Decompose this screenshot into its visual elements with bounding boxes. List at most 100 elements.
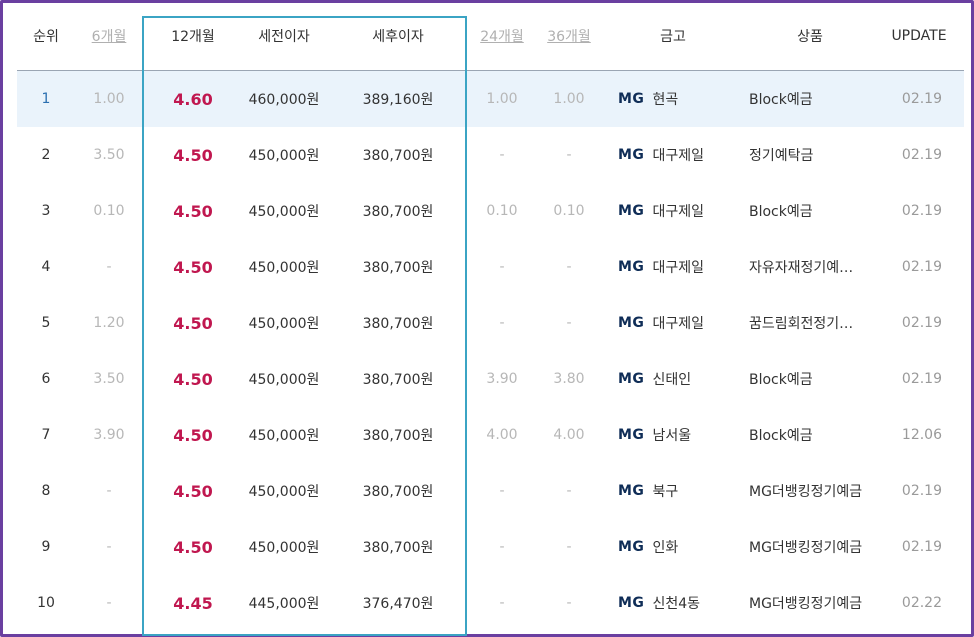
cell-24m: -	[499, 147, 505, 163]
cell-12m-rate: 4.45	[173, 593, 213, 613]
table-row[interactable]: 6 3.50 4.50 450,000원 380,700원 3.90 3.80 …	[3, 351, 974, 407]
cell-product[interactable]: MG더뱅킹정기예금	[749, 575, 873, 631]
cell-product[interactable]: 정기예탁금	[749, 127, 873, 183]
cell-24m: 1.00	[486, 91, 518, 107]
cell-12m-rate: 4.50	[173, 201, 213, 221]
cell-bank[interactable]: MG 대구제일	[618, 127, 744, 183]
table-row[interactable]: 10 - 4.45 445,000원 376,470원 - - MG 신천4동 …	[3, 575, 974, 631]
table-row[interactable]: 2 3.50 4.50 450,000원 380,700원 - - MG 대구제…	[3, 127, 974, 183]
cell-rank: 7	[41, 427, 51, 443]
table-row[interactable]: 1 1.00 4.60 460,000원 389,160원 1.00 1.00 …	[3, 71, 974, 127]
header-update: UPDATE	[891, 28, 947, 44]
cell-bank[interactable]: MG 대구제일	[618, 239, 744, 295]
bank-name: 신천4동	[652, 596, 700, 612]
cell-36m: -	[566, 147, 572, 163]
cell-bank[interactable]: MG 대구제일	[618, 183, 744, 239]
cell-12m-rate: 4.60	[173, 89, 213, 109]
cell-posttax: 380,700원	[362, 484, 434, 500]
cell-36m: 3.80	[553, 371, 585, 387]
cell-product[interactable]: Block예금	[749, 183, 873, 239]
cell-bank[interactable]: MG 북구	[618, 463, 744, 519]
cell-product[interactable]: 꿈드림회전정기…	[749, 295, 873, 351]
cell-rank: 1	[41, 91, 51, 107]
cell-pretax: 445,000원	[248, 596, 320, 612]
mg-logo: MG	[618, 595, 645, 611]
cell-12m-rate: 4.50	[173, 145, 213, 165]
cell-update: 02.19	[901, 259, 942, 275]
cell-6m: -	[106, 483, 112, 499]
cell-24m: 4.00	[486, 427, 518, 443]
cell-pretax: 460,000원	[248, 92, 320, 108]
cell-pretax: 450,000원	[248, 540, 320, 556]
cell-bank[interactable]: MG 현곡	[618, 71, 744, 127]
mg-logo: MG	[618, 483, 645, 499]
cell-36m: -	[566, 539, 572, 555]
table-row[interactable]: 3 0.10 4.50 450,000원 380,700원 0.10 0.10 …	[3, 183, 974, 239]
table-frame: 순위 6개월 12개월 세전이자 세후이자 24개월 36개월 금고 상품 UP…	[0, 0, 974, 637]
cell-rank: 5	[41, 315, 51, 331]
header-6m-link[interactable]: 6개월	[79, 3, 139, 69]
table-row[interactable]: 4 - 4.50 450,000원 380,700원 - - MG 대구제일 자…	[3, 239, 974, 295]
cell-update: 02.19	[901, 371, 942, 387]
cell-product[interactable]: MG더뱅킹정기예금	[749, 463, 873, 519]
cell-6m: -	[106, 595, 112, 611]
cell-posttax: 380,700원	[362, 372, 434, 388]
cell-update: 02.22	[901, 595, 942, 611]
cell-rank: 2	[41, 147, 51, 163]
cell-posttax: 380,700원	[362, 260, 434, 276]
cell-6m: 0.10	[93, 203, 125, 219]
cell-36m: -	[566, 315, 572, 331]
header-24m-link[interactable]: 24개월	[469, 3, 535, 69]
cell-24m: -	[499, 259, 505, 275]
cell-24m: 0.10	[486, 203, 518, 219]
header-posttax: 세후이자	[372, 29, 424, 45]
cell-update: 12.06	[901, 427, 942, 443]
cell-rank: 4	[41, 259, 51, 275]
table-row[interactable]: 5 1.20 4.50 450,000원 380,700원 - - MG 대구제…	[3, 295, 974, 351]
cell-pretax: 450,000원	[248, 428, 320, 444]
cell-pretax: 450,000원	[248, 372, 320, 388]
cell-24m: -	[499, 539, 505, 555]
cell-pretax: 450,000원	[248, 316, 320, 332]
cell-posttax: 376,470원	[362, 596, 434, 612]
cell-rank: 3	[41, 203, 51, 219]
cell-bank[interactable]: MG 신태인	[618, 351, 744, 407]
bank-name: 대구제일	[652, 148, 704, 164]
header-rank: 순위	[33, 29, 59, 45]
cell-bank[interactable]: MG 인화	[618, 519, 744, 575]
cell-12m-rate: 4.50	[173, 369, 213, 389]
bank-name: 대구제일	[652, 316, 704, 332]
cell-product[interactable]: Block예금	[749, 71, 873, 127]
cell-6m: 3.90	[93, 427, 125, 443]
cell-rank: 10	[37, 595, 55, 611]
cell-rank: 8	[41, 483, 51, 499]
cell-posttax: 380,700원	[362, 316, 434, 332]
cell-24m: -	[499, 315, 505, 331]
cell-posttax: 380,700원	[362, 148, 434, 164]
cell-product[interactable]: MG더뱅킹정기예금	[749, 519, 873, 575]
table-row[interactable]: 7 3.90 4.50 450,000원 380,700원 4.00 4.00 …	[3, 407, 974, 463]
cell-product[interactable]: 자유자재정기예…	[749, 239, 873, 295]
cell-product[interactable]: Block예금	[749, 407, 873, 463]
cell-36m: 1.00	[553, 91, 585, 107]
header-pretax: 세전이자	[258, 29, 310, 45]
cell-6m: 1.00	[93, 91, 125, 107]
cell-12m-rate: 4.50	[173, 425, 213, 445]
cell-product[interactable]: Block예금	[749, 351, 873, 407]
header-12m: 12개월	[171, 29, 215, 45]
cell-update: 02.19	[901, 315, 942, 331]
mg-logo: MG	[618, 259, 645, 275]
cell-6m: 3.50	[93, 371, 125, 387]
bank-name: 남서울	[652, 428, 692, 444]
cell-6m: -	[106, 539, 112, 555]
bank-name: 현곡	[652, 92, 679, 108]
cell-pretax: 450,000원	[248, 260, 320, 276]
header-36m-link[interactable]: 36개월	[536, 3, 602, 69]
table-row[interactable]: 8 - 4.50 450,000원 380,700원 - - MG 북구 MG더…	[3, 463, 974, 519]
cell-6m: -	[106, 259, 112, 275]
cell-bank[interactable]: MG 남서울	[618, 407, 744, 463]
cell-bank[interactable]: MG 대구제일	[618, 295, 744, 351]
table-row[interactable]: 9 - 4.50 450,000원 380,700원 - - MG 인화 MG더…	[3, 519, 974, 575]
cell-36m: -	[566, 483, 572, 499]
cell-bank[interactable]: MG 신천4동	[618, 575, 744, 631]
